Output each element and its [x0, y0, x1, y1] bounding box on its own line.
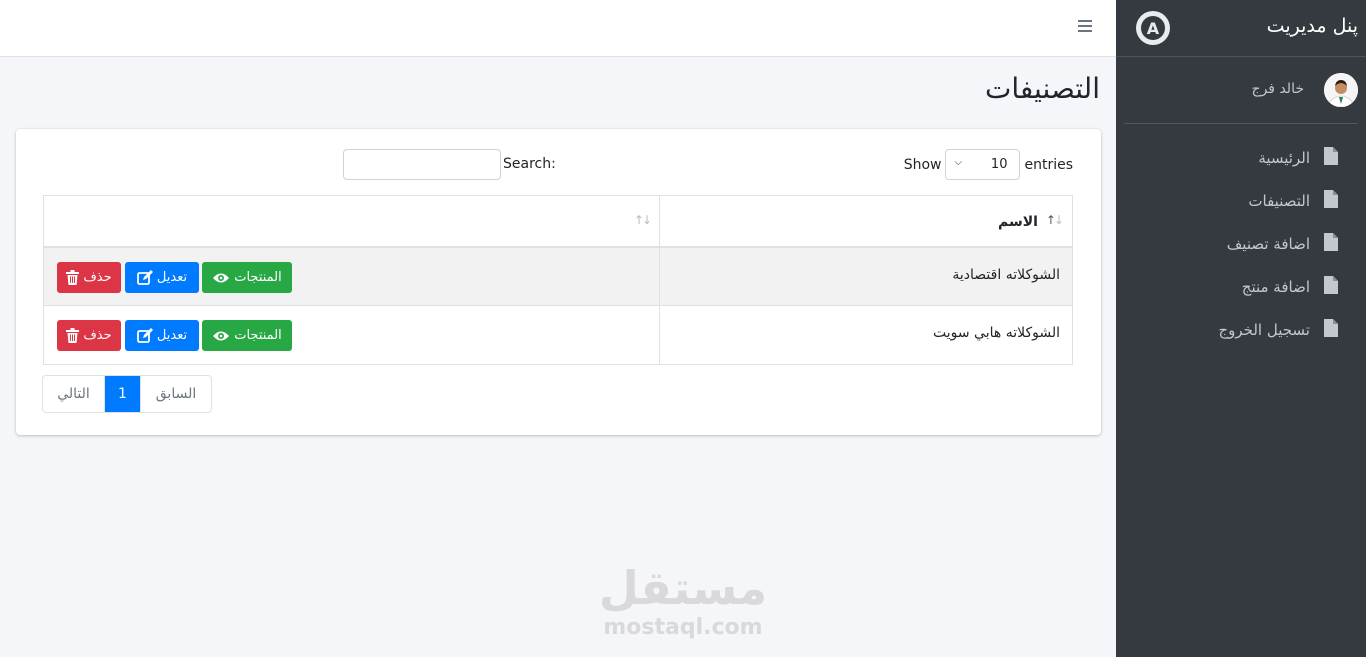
user-panel: خالد فرج — [1124, 57, 1358, 124]
chevron-down-icon: ⌵ — [954, 157, 963, 168]
entries-label: entries — [1024, 156, 1073, 173]
edit-button[interactable]: تعديل — [125, 262, 199, 293]
sidebar-item-label: اضافة تصنيف — [1226, 235, 1310, 253]
table-row: المنتجات تعديل حذف الشوكلاته اقتصادية — [44, 248, 1072, 306]
sidebar-item-label: تسجيل الخروج — [1218, 321, 1310, 339]
edit-icon — [137, 328, 153, 343]
delete-button[interactable]: حذف — [57, 320, 121, 351]
sidebar-item-categories[interactable]: التصنيفات — [1116, 181, 1366, 224]
brand-title: پنل مديريت — [1266, 15, 1358, 37]
show-label: Show — [903, 156, 942, 173]
avatar[interactable] — [1324, 73, 1358, 107]
search-control: Search: — [343, 149, 556, 180]
entries-select[interactable]: 10 ⌵ — [945, 149, 1021, 180]
eye-icon — [213, 273, 230, 282]
entries-length-control: Show 10 ⌵ entries — [904, 149, 1073, 180]
watermark-arabic: مستقل — [598, 561, 768, 615]
file-icon — [1324, 190, 1338, 208]
sidebar: A پنل مديريت خالد فرج الرئيسية التصنيفات… — [1116, 0, 1366, 657]
entries-value: 10 — [990, 157, 1008, 172]
edit-icon — [137, 270, 153, 285]
user-name[interactable]: خالد فرج — [1252, 81, 1304, 97]
brand[interactable]: A پنل مديريت — [1116, 0, 1366, 57]
category-name: الشوكلاته اقتصادية — [952, 267, 1060, 283]
products-button[interactable]: المنتجات — [202, 320, 292, 351]
trash-icon — [66, 270, 80, 285]
watermark-latin: mostaql.com — [603, 615, 763, 640]
sidebar-nav: الرئيسية التصنيفات اضافة تصنيف اضافة منت… — [1116, 124, 1366, 353]
row-name-cell: الشوكلاته هابي سويت — [660, 306, 1072, 364]
column-header-name[interactable]: الاسم ↑↓ — [660, 196, 1072, 246]
edit-button[interactable]: تعديل — [125, 320, 199, 351]
category-name: الشوكلاته هابي سويت — [932, 325, 1060, 341]
column-header-label: الاسم — [998, 214, 1038, 230]
search-input[interactable] — [343, 149, 501, 180]
row-name-cell: الشوكلاته اقتصادية — [660, 248, 1072, 305]
column-header-actions[interactable]: ↑↓ — [44, 196, 660, 246]
hamburger-icon[interactable] — [1078, 20, 1092, 34]
brand-logo-letter: A — [1141, 16, 1165, 40]
row-actions: المنتجات تعديل حذف — [44, 306, 660, 364]
file-icon — [1324, 276, 1338, 294]
brand-logo: A — [1136, 11, 1170, 45]
categories-card: Show 10 ⌵ entries Search: ↑↓ الاسم ↑↓ ال… — [16, 129, 1101, 435]
pagination: التالي 1 السابق — [42, 375, 212, 413]
sidebar-item-logout[interactable]: تسجيل الخروج — [1116, 310, 1366, 353]
sort-icon: ↑↓ — [634, 213, 652, 227]
search-label: Search: — [503, 155, 556, 172]
row-actions: المنتجات تعديل حذف — [44, 248, 660, 305]
table-row: المنتجات تعديل حذف الشوكلاته هابي سويت — [44, 306, 1072, 364]
sidebar-item-add-product[interactable]: اضافة منتج — [1116, 267, 1366, 310]
eye-icon — [213, 331, 230, 340]
file-icon — [1324, 319, 1338, 337]
pagination-previous[interactable]: السابق — [140, 376, 211, 412]
file-icon — [1324, 147, 1338, 165]
trash-icon — [66, 328, 80, 343]
pagination-page-1[interactable]: 1 — [105, 376, 140, 412]
sidebar-item-home[interactable]: الرئيسية — [1116, 138, 1366, 181]
file-icon — [1324, 233, 1338, 251]
delete-button[interactable]: حذف — [57, 262, 121, 293]
sidebar-item-label: اضافة منتج — [1241, 278, 1310, 296]
sort-icon: ↑↓ — [1045, 213, 1064, 227]
page-title: التصنيفات — [985, 72, 1100, 105]
top-navbar — [0, 0, 1116, 57]
pagination-next[interactable]: التالي — [43, 376, 105, 412]
products-button[interactable]: المنتجات — [202, 262, 292, 293]
watermark: مستقل mostaql.com — [598, 560, 768, 640]
categories-table: ↑↓ الاسم ↑↓ المنتجات تعديل حذف الشوكلاته… — [43, 195, 1073, 365]
sidebar-item-label: التصنيفات — [1248, 192, 1310, 210]
sidebar-item-label: الرئيسية — [1258, 149, 1310, 167]
table-header: ↑↓ الاسم ↑↓ — [44, 196, 1072, 248]
sidebar-item-add-category[interactable]: اضافة تصنيف — [1116, 224, 1366, 267]
